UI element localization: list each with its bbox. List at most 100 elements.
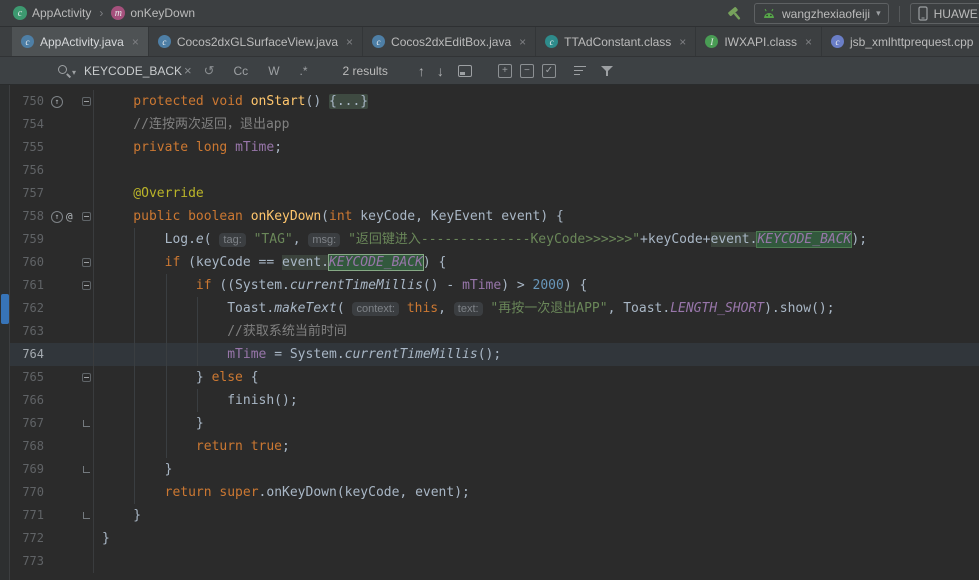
line-number[interactable]: 770 xyxy=(10,481,44,504)
tab-close-icon[interactable]: × xyxy=(805,35,812,49)
code-text[interactable]: mTime = System.currentTimeMillis(); xyxy=(94,343,979,366)
search-input[interactable] xyxy=(84,64,184,78)
code-line[interactable]: 763 //获取系统当前时间 xyxy=(10,320,979,343)
secondary-device-selector[interactable]: HUAWEI xyxy=(910,3,979,24)
view-options-icon[interactable] xyxy=(574,66,586,76)
tab-close-icon[interactable]: × xyxy=(519,35,526,49)
gutter[interactable]: 763 xyxy=(10,320,94,343)
line-number[interactable]: 754 xyxy=(10,113,44,136)
line-number[interactable]: 771 xyxy=(10,504,44,527)
fold-end-icon[interactable] xyxy=(83,466,90,473)
code-text[interactable] xyxy=(94,550,979,573)
code-text[interactable]: } xyxy=(94,412,979,435)
line-number[interactable]: 760 xyxy=(10,251,44,274)
code-text[interactable]: return super.onKeyDown(keyCode, event); xyxy=(94,481,979,504)
fold-start-icon[interactable] xyxy=(82,97,91,106)
clear-search-icon[interactable]: × xyxy=(184,63,192,78)
code-text[interactable]: Log.e( tag: "TAG", msg: "返回键进入----------… xyxy=(94,228,979,251)
gutter[interactable]: 761 xyxy=(10,274,94,297)
editor-tab[interactable]: cjsb_xmlhttprequest.cpp× xyxy=(822,27,979,56)
gutter[interactable]: 769 xyxy=(10,458,94,481)
code-line[interactable]: 772} xyxy=(10,527,979,550)
breadcrumb-item-class[interactable]: c AppActivity xyxy=(8,4,96,22)
code-text[interactable]: //获取系统当前时间 xyxy=(94,320,979,343)
next-occurrence-icon[interactable]: ↓ xyxy=(437,63,444,79)
gutter[interactable]: 764 xyxy=(10,343,94,366)
code-line[interactable]: 773 xyxy=(10,550,979,573)
line-number[interactable]: 755 xyxy=(10,136,44,159)
code-text[interactable]: if (keyCode == event.KEYCODE_BACK) { xyxy=(94,251,979,274)
line-number[interactable]: 762 xyxy=(10,297,44,320)
line-number[interactable]: 758 xyxy=(10,205,44,228)
gutter[interactable]: 756 xyxy=(10,159,94,182)
code-text[interactable]: //连按两次返回，退出app xyxy=(94,113,979,136)
code-text[interactable]: } xyxy=(94,458,979,481)
gutter[interactable]: 770 xyxy=(10,481,94,504)
regex-toggle[interactable]: .* xyxy=(297,63,311,79)
line-number[interactable]: 759 xyxy=(10,228,44,251)
gutter[interactable]: 767 xyxy=(10,412,94,435)
code-line[interactable]: 750 protected void onStart() {...} xyxy=(10,90,979,113)
fold-start-icon[interactable] xyxy=(82,212,91,221)
gutter[interactable]: 757 xyxy=(10,182,94,205)
code-line[interactable]: 764 mTime = System.currentTimeMillis(); xyxy=(10,343,979,366)
gutter[interactable]: 773 xyxy=(10,550,94,573)
line-number[interactable]: 766 xyxy=(10,389,44,412)
code-editor-area[interactable]: 750 protected void onStart() {...}754 //… xyxy=(10,85,979,580)
line-number[interactable]: 761 xyxy=(10,274,44,297)
search-options-caret-icon[interactable]: ▾ xyxy=(72,68,76,77)
previous-occurrence-icon[interactable]: ↑ xyxy=(418,63,425,79)
line-number[interactable]: 769 xyxy=(10,458,44,481)
editor-tab[interactable]: cCocos2dxGLSurfaceView.java× xyxy=(149,27,363,56)
code-text[interactable]: private long mTime; xyxy=(94,136,979,159)
code-line[interactable]: 765 } else { xyxy=(10,366,979,389)
code-line[interactable]: 756 xyxy=(10,159,979,182)
search-icon[interactable] xyxy=(56,63,72,79)
line-number[interactable]: 772 xyxy=(10,527,44,550)
gutter[interactable]: 759 xyxy=(10,228,94,251)
editor-tab[interactable]: cTTAdConstant.class× xyxy=(536,27,696,56)
gutter[interactable]: 765 xyxy=(10,366,94,389)
line-number[interactable]: 767 xyxy=(10,412,44,435)
code-line[interactable]: 770 return super.onKeyDown(keyCode, even… xyxy=(10,481,979,504)
overriding-method-icon[interactable] xyxy=(51,211,63,223)
code-text[interactable]: if ((System.currentTimeMillis() - mTime)… xyxy=(94,274,979,297)
fold-start-icon[interactable] xyxy=(82,258,91,267)
code-line[interactable]: 767 } xyxy=(10,412,979,435)
match-case-toggle[interactable]: Cc xyxy=(231,63,252,79)
editor-tab[interactable]: cCocos2dxEditBox.java× xyxy=(363,27,536,56)
code-text[interactable]: finish(); xyxy=(94,389,979,412)
build-hammer-icon[interactable] xyxy=(726,5,744,23)
code-line[interactable]: 759 Log.e( tag: "TAG", msg: "返回键进入------… xyxy=(10,228,979,251)
remove-occurrence-icon[interactable]: − xyxy=(520,64,534,78)
line-number[interactable]: 764 xyxy=(10,343,44,366)
select-all-occurrences-icon[interactable]: ✓ xyxy=(542,64,556,78)
add-occurrence-icon[interactable]: + xyxy=(498,64,512,78)
line-number[interactable]: 763 xyxy=(10,320,44,343)
gutter[interactable]: 762 xyxy=(10,297,94,320)
line-number[interactable]: 757 xyxy=(10,182,44,205)
code-line[interactable]: 768 return true; xyxy=(10,435,979,458)
overriding-method-icon[interactable] xyxy=(51,96,63,108)
gutter[interactable]: 771 xyxy=(10,504,94,527)
code-line[interactable]: 762 Toast.makeText( context: this, text:… xyxy=(10,297,979,320)
open-in-find-window-icon[interactable] xyxy=(458,65,472,77)
gutter[interactable]: 755 xyxy=(10,136,94,159)
code-text[interactable]: return true; xyxy=(94,435,979,458)
tab-close-icon[interactable]: × xyxy=(132,35,139,49)
code-text[interactable]: public boolean onKeyDown(int keyCode, Ke… xyxy=(94,205,979,228)
device-selector[interactable]: wangzhexiaofeiji ▾ xyxy=(754,3,889,24)
line-number[interactable]: 765 xyxy=(10,366,44,389)
filter-search-icon[interactable] xyxy=(600,64,614,78)
gutter[interactable]: 750 xyxy=(10,90,94,113)
breadcrumb-item-method[interactable]: m onKeyDown xyxy=(106,4,200,22)
code-line[interactable]: 769 } xyxy=(10,458,979,481)
code-line[interactable]: 755 private long mTime; xyxy=(10,136,979,159)
code-line[interactable]: 754 //连按两次返回，退出app xyxy=(10,113,979,136)
line-number[interactable]: 768 xyxy=(10,435,44,458)
code-line[interactable]: 757 @Override xyxy=(10,182,979,205)
code-line[interactable]: 761 if ((System.currentTimeMillis() - mT… xyxy=(10,274,979,297)
fold-end-icon[interactable] xyxy=(83,512,90,519)
code-text[interactable]: Toast.makeText( context: this, text: "再按… xyxy=(94,297,979,320)
editor-tab[interactable]: cAppActivity.java× xyxy=(12,27,149,56)
